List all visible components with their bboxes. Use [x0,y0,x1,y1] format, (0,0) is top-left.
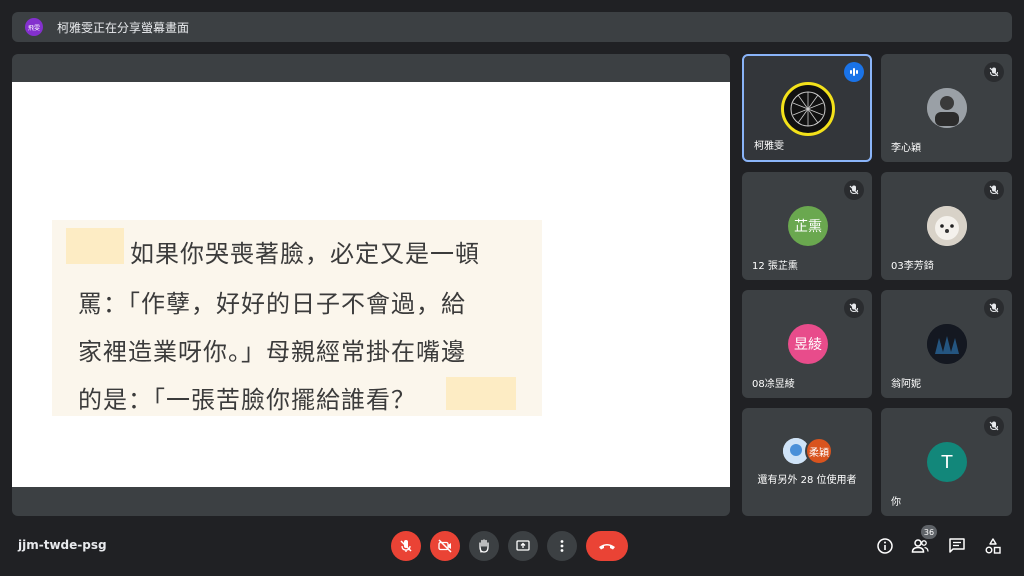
present-icon [516,540,530,551]
presenting-status-text: 柯雅雯正在分享螢幕畫面 [57,20,190,35]
participant-name: 你 [891,497,901,508]
avatar [927,324,967,364]
mic-off-icon [984,298,1004,318]
participant-name: 翁阿妮 [891,379,921,390]
slide-content: 如果你哭喪著臉，必定又是一頓 罵：「作孽，好好的日子不會過，給 家裡造業呀你。」… [12,82,730,487]
slide-line: 如果你哭喪著臉，必定又是一頓 [130,240,480,268]
participant-name: 12 張芷熏 [752,261,798,272]
avatar [927,88,967,128]
slide-line: 家裡造業呀你。」母親經常掛在嘴邊 [78,338,466,366]
participant-tile[interactable]: 翁阿妮 [881,290,1012,398]
participant-tile[interactable]: 李心穎 [881,54,1012,162]
more-participants-tile[interactable]: 柔穎 還有另外 28 位使用者 [742,408,872,516]
control-bar: jjm-twde-psg 36 [0,520,1024,576]
avatar-initials: 芷熏 [794,219,822,235]
presenter-avatar: 飛雯 [25,18,43,36]
activities-icon [985,538,1001,554]
avatar-initials: T [941,451,953,473]
speaking-indicator-icon [844,62,864,82]
participant-name: 03李芳錡 [891,261,934,272]
avatar [781,82,835,136]
mic-off-icon [984,62,1004,82]
present-screen-button[interactable] [508,531,538,561]
avatar: 芷熏 [788,206,828,246]
mic-off-icon [400,540,412,552]
shared-screen: 如果你哭喪著臉，必定又是一頓 罵：「作孽，好好的日子不會過，給 家裡造業呀你。」… [12,54,730,516]
participant-name: 08凃昱綾 [752,379,795,390]
more-options-button[interactable] [547,531,577,561]
camera-off-icon [438,539,452,553]
people-button[interactable] [910,536,930,556]
quote-box: 如果你哭喪著臉，必定又是一頓 罵：「作孽，好好的日子不會過，給 家裡造業呀你。」… [52,220,542,416]
chat-icon [949,538,965,553]
avatar-initials: 昱綾 [794,337,822,353]
participant-tile-self[interactable]: T 你 [881,408,1012,516]
end-call-icon [599,544,615,550]
mic-off-icon [984,416,1004,436]
meeting-code: jjm-twde-psg [18,538,107,552]
raise-hand-button[interactable] [469,531,499,561]
activities-button[interactable] [983,536,1003,556]
participant-tile[interactable]: 柯雅雯 [742,54,872,162]
avatar: 柔穎 [805,437,833,465]
avatar [927,206,967,246]
people-icon [911,539,929,553]
mic-off-icon [984,180,1004,200]
leave-call-button[interactable] [586,531,628,561]
participant-tile[interactable]: 芷熏 12 張芷熏 [742,172,872,280]
chat-button[interactable] [947,536,967,556]
participant-name: 李心穎 [891,143,921,154]
microphone-toggle-button[interactable] [391,531,421,561]
avatar-initials: 柔穎 [809,447,829,459]
hand-icon [479,539,489,553]
highlight-mark [66,228,124,264]
participant-name: 柯雅雯 [754,141,784,152]
participant-tile[interactable]: 昱綾 08凃昱綾 [742,290,872,398]
slide-line: 罵：「作孽，好好的日子不會過，給 [78,290,466,318]
mic-off-icon [844,298,864,318]
participant-tile[interactable]: 03李芳錡 [881,172,1012,280]
highlight-mark [446,377,516,410]
mic-off-icon [844,180,864,200]
camera-toggle-button[interactable] [430,531,460,561]
meeting-details-button[interactable] [875,536,895,556]
participant-name: 還有另外 28 位使用者 [757,475,857,486]
presentation-banner: 飛雯 柯雅雯正在分享螢幕畫面 [12,12,1012,42]
slide-line: 的是：「一張苦臉你擺給誰看？ [78,386,416,414]
more-vert-icon [560,540,564,552]
info-icon [877,538,893,554]
avatar: 昱綾 [788,324,828,364]
presenter-avatar-text: 飛雯 [27,24,40,32]
avatar: T [927,442,967,482]
